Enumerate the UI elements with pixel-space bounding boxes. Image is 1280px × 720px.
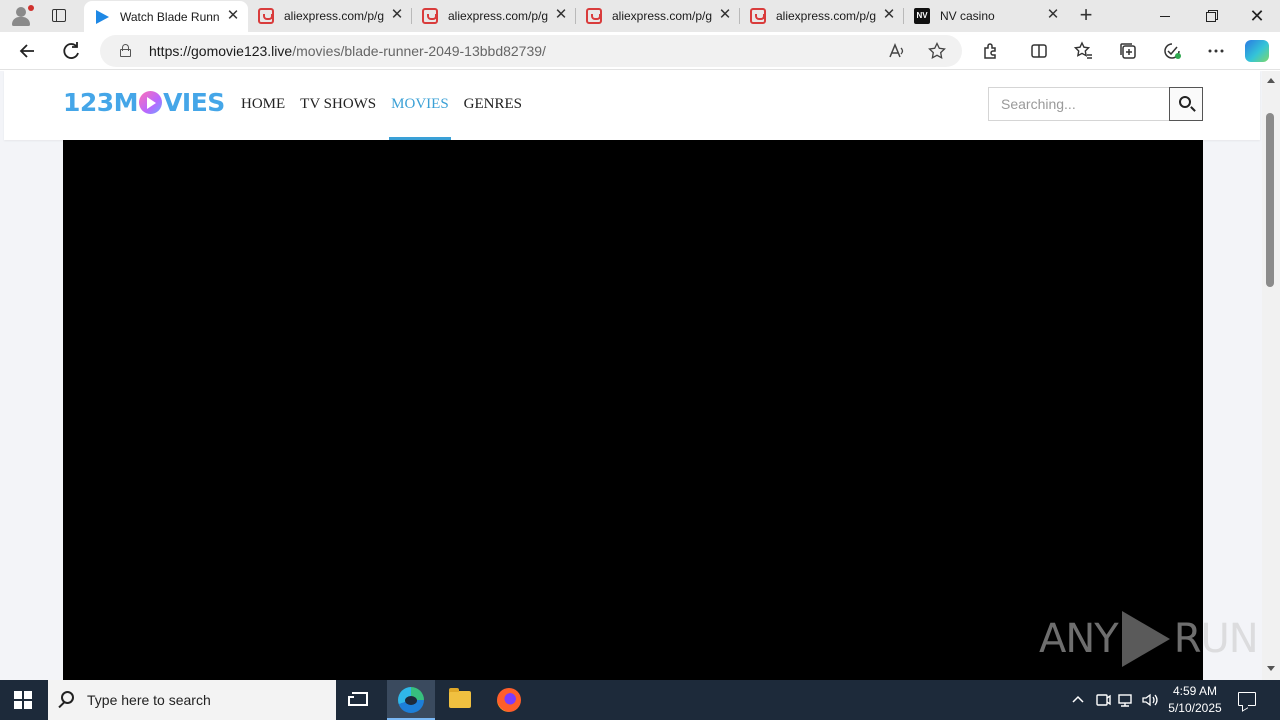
close-tab-icon[interactable]: ✕ [226,8,240,23]
search-button[interactable] [1169,87,1203,121]
windows-start-icon[interactable] [14,691,32,709]
collections-icon[interactable] [1117,40,1139,62]
video-player[interactable] [63,140,1203,680]
watermark-play-icon [1121,611,1170,667]
meet-now-icon[interactable] [1093,690,1113,710]
aliexpress-icon [586,8,602,24]
tab-title: Watch Blade Runner [120,10,220,24]
profile-icon[interactable] [8,4,34,28]
scroll-up-arrow-icon[interactable] [1267,78,1275,83]
aliexpress-icon [258,8,274,24]
close-tab-icon[interactable]: ✕ [554,7,568,22]
show-hidden-icons-icon[interactable] [1068,690,1088,710]
search-input[interactable]: Searching... [988,87,1170,121]
minimize-button[interactable] [1142,0,1188,32]
favorites-icon[interactable] [1072,40,1094,62]
site-logo[interactable]: 123M VIES [63,86,225,118]
task-view-icon[interactable] [336,680,384,720]
notifications-icon[interactable] [1238,692,1256,706]
site-header: 123M VIES HOME TV SHOWS MOVIES GENRES Sea… [4,71,1260,140]
close-tab-icon[interactable]: ✕ [390,7,404,22]
tab-aliexpress-2[interactable]: aliexpress.com/p/g ✕ [412,0,576,32]
split-screen-icon[interactable] [1028,40,1050,62]
tab-title: NV casino [940,9,995,23]
aliexpress-icon [422,8,438,24]
tab-aliexpress-1[interactable]: aliexpress.com/p/g ✕ [248,0,412,32]
file-explorer-icon[interactable] [436,680,484,720]
scroll-down-arrow-icon[interactable] [1267,666,1275,671]
page-viewport: 123M VIES HOME TV SHOWS MOVIES GENRES Sea… [0,71,1280,680]
tab-title: aliexpress.com/p/g [612,9,712,23]
browser-essentials-icon[interactable] [1161,40,1183,62]
tab-aliexpress-4[interactable]: aliexpress.com/p/g ✕ [740,0,904,32]
refresh-icon [63,42,79,59]
tab-actions-icon[interactable] [48,6,70,26]
back-arrow-icon [19,44,34,58]
close-tab-icon[interactable]: ✕ [718,7,732,22]
url-text[interactable]: https://gomovie123.live/movies/blade-run… [149,43,546,59]
close-tab-icon[interactable]: ✕ [1046,7,1060,22]
scrollbar-thumb[interactable] [1266,113,1274,287]
read-aloud-icon[interactable] [888,42,906,60]
main-nav: HOME TV SHOWS MOVIES GENRES [241,96,537,140]
nav-item-genres[interactable]: GENRES [464,96,522,140]
lock-icon[interactable] [120,44,131,57]
tab-title: aliexpress.com/p/g [448,9,548,23]
address-bar[interactable]: https://gomovie123.live/movies/blade-run… [100,35,962,67]
tab-nv-casino[interactable]: NV NV casino ✕ [904,0,1068,32]
more-options-icon[interactable] [1205,40,1227,62]
edge-icon[interactable] [387,680,435,720]
nav-item-tv-shows[interactable]: TV SHOWS [300,96,376,140]
refresh-button[interactable] [58,38,86,64]
close-window-button[interactable]: ✕ [1234,0,1280,32]
search-icon [1179,96,1191,108]
tab-title: aliexpress.com/p/g [284,9,384,23]
aliexpress-icon [750,8,766,24]
taskbar-search-box[interactable]: Type here to search [48,680,336,720]
tab-strip: Watch Blade Runner ✕ aliexpress.com/p/g … [0,0,1280,32]
nav-item-movies[interactable]: MOVIES [389,96,451,140]
back-button[interactable] [14,38,42,64]
browser-toolbar: https://gomovie123.live/movies/blade-run… [0,32,1280,70]
favorite-star-icon[interactable] [928,41,946,60]
page-scrollbar[interactable] [1262,71,1280,680]
new-tab-button[interactable]: + [1076,4,1096,26]
restore-button[interactable] [1188,0,1234,32]
tab-watch-blade-runner[interactable]: Watch Blade Runner ✕ [84,1,248,32]
extensions-icon[interactable] [980,40,1002,62]
close-tab-icon[interactable]: ✕ [882,7,896,22]
copilot-icon[interactable] [1245,40,1269,62]
play-icon [94,9,110,25]
taskbar-clock[interactable]: 4:59 AM 5/10/2025 [1160,683,1230,717]
network-icon[interactable] [1116,690,1136,710]
logo-play-icon [139,90,163,114]
nv-casino-icon: NV [914,8,930,24]
firefox-icon[interactable] [485,680,533,720]
tab-aliexpress-3[interactable]: aliexpress.com/p/g ✕ [576,0,740,32]
anyrun-watermark: ANY RUN [1039,608,1259,670]
tab-title: aliexpress.com/p/g [776,9,876,23]
search-icon [61,691,74,704]
nav-item-home[interactable]: HOME [241,96,285,140]
volume-icon[interactable] [1140,690,1160,710]
windows-taskbar: Type here to search 4:59 AM 5/10/2025 [0,680,1280,720]
